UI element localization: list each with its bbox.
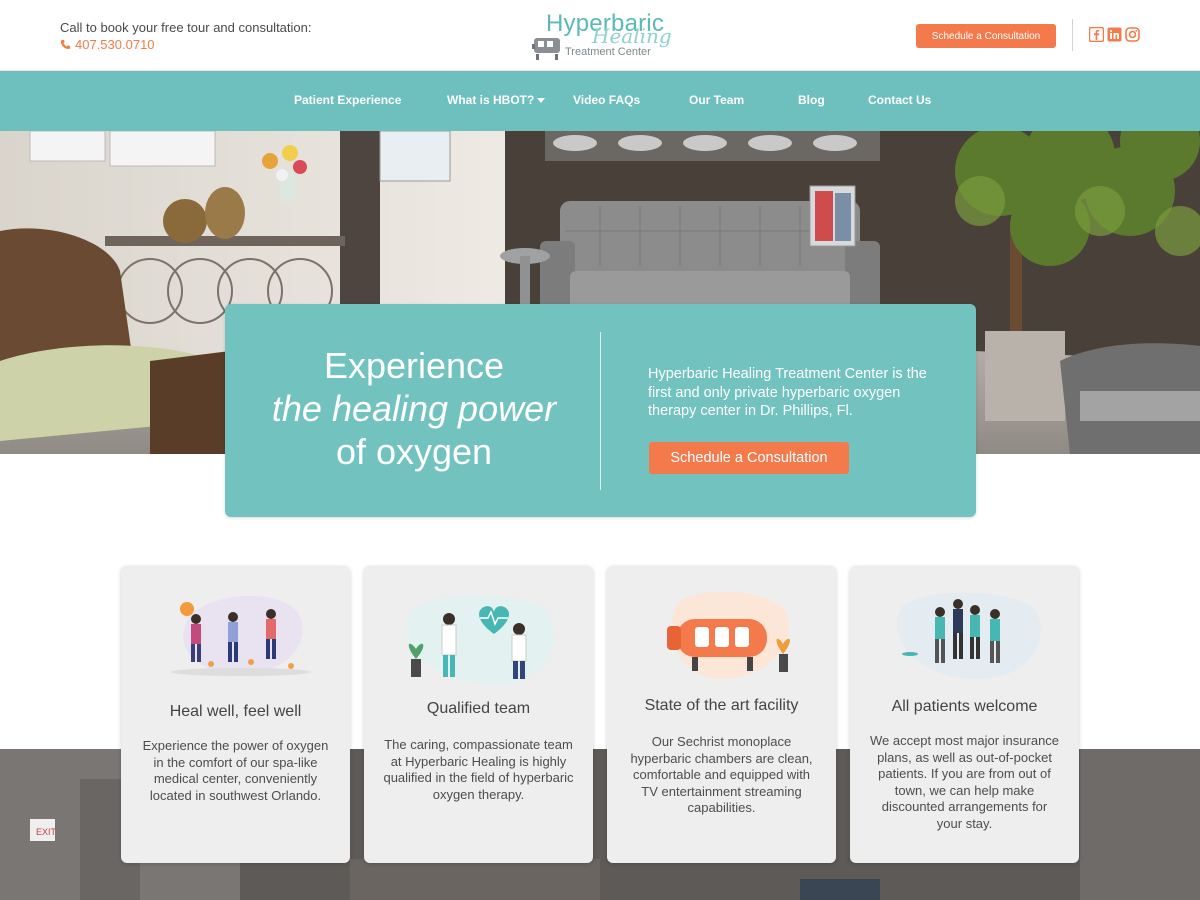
nav-our-team[interactable]: Our Team	[689, 93, 744, 107]
logo-text-treatment-center: Treatment Center	[565, 46, 651, 58]
card-text: We accept most major insurance plans, as…	[869, 733, 1060, 831]
hero-schedule-button[interactable]: Schedule a Consultation	[649, 442, 849, 474]
header-schedule-button[interactable]: Schedule a Consultation	[916, 24, 1056, 48]
feature-card-qualified-team: Qualified team The caring, compassionate…	[364, 566, 593, 863]
facebook-icon[interactable]	[1089, 27, 1104, 42]
phone-link[interactable]: 407.530.0710	[60, 37, 155, 52]
call-text: Call to book your free tour and consulta…	[60, 20, 312, 35]
card-text: The caring, compassionate team at Hyperb…	[383, 737, 574, 802]
header-divider	[1072, 19, 1073, 51]
nav-what-is-hbot[interactable]: What is HBOT?	[447, 93, 546, 107]
feature-card-heal-well: Heal well, feel well Experience the powe…	[121, 566, 350, 863]
svg-text:EXIT: EXIT	[36, 827, 57, 837]
feature-card-all-patients: All patients welcome We accept most majo…	[850, 566, 1079, 863]
nav-label: Blog	[798, 93, 825, 107]
card-title: Heal well, feel well	[169, 703, 302, 720]
logo-text-healing: Healing	[592, 24, 672, 48]
nav-contact-us[interactable]: Contact Us	[868, 93, 931, 107]
linkedin-icon[interactable]	[1107, 27, 1122, 42]
card-text: Experience the power of oxygen in the co…	[142, 738, 329, 803]
phone-icon	[60, 39, 71, 50]
nav-video-faqs[interactable]: Video FAQs	[573, 93, 640, 107]
site-logo[interactable]: Hyperbaric Healing Treatment Center	[532, 10, 672, 66]
hero-title-line1: Experience	[323, 345, 505, 386]
hero-card: Experience the healing power of oxygen H…	[225, 304, 976, 517]
instagram-icon[interactable]	[1125, 27, 1140, 42]
hero-description: Hyperbaric Healing Treatment Center is t…	[648, 366, 927, 419]
card-title: Qualified team	[426, 700, 531, 717]
doctors-illustration	[406, 595, 554, 684]
nav-label: Video FAQs	[573, 93, 641, 107]
hero-title: Experience the healing power of oxygen	[225, 344, 603, 473]
hyperbaric-chamber-illustration	[667, 591, 790, 679]
chevron-down-icon	[537, 97, 546, 103]
group-of-people-illustration	[896, 592, 1041, 679]
card-title: All patients welcome	[891, 698, 1038, 715]
nav-blog[interactable]: Blog	[798, 93, 825, 107]
hero-title-line3: of oxygen	[335, 431, 493, 472]
nav-label: Contact Us	[868, 93, 932, 107]
phone-number: 407.530.0710	[75, 37, 155, 52]
nav-label: Patient Experience	[294, 93, 402, 107]
celebrating-people-illustration	[171, 595, 311, 676]
nav-label: Our Team	[689, 93, 745, 107]
site-header: Call to book your free tour and consulta…	[0, 0, 1200, 71]
main-nav: Patient Experience What is HBOT? Video F…	[0, 71, 1200, 131]
hero-title-line2: the healing power	[271, 388, 557, 429]
card-text: Our Sechrist monoplace hyperbaric chambe…	[630, 734, 813, 815]
card-title: State of the art facility	[644, 697, 799, 714]
nav-patient-experience[interactable]: Patient Experience	[294, 93, 401, 107]
hero-divider	[600, 332, 601, 490]
feature-card-facility: State of the art facility Our Sechrist m…	[607, 566, 836, 863]
nav-label: What is HBOT?	[447, 93, 535, 107]
